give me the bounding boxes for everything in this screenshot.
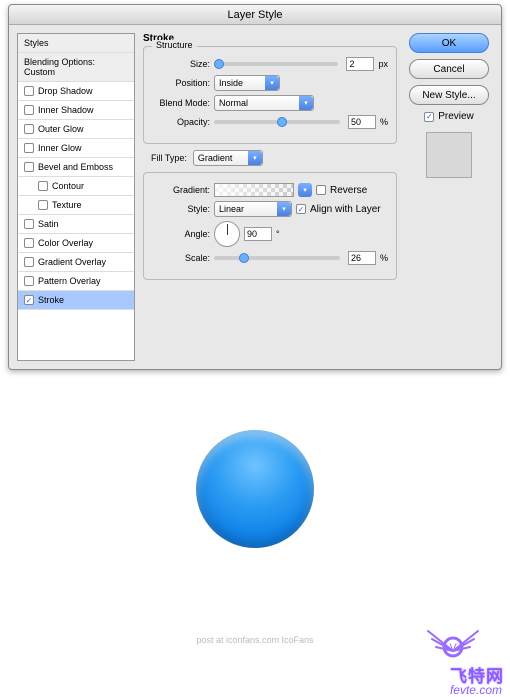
scale-slider[interactable]: [214, 256, 340, 260]
scale-label: Scale:: [152, 253, 210, 263]
cancel-button[interactable]: Cancel: [409, 59, 489, 79]
chevron-down-icon: ▾: [248, 151, 262, 165]
sidebar-item-color-overlay[interactable]: Color Overlay: [18, 234, 134, 253]
structure-legend: Structure: [152, 40, 197, 50]
dialog-content: Styles Blending Options: Custom Drop Sha…: [9, 25, 501, 369]
size-unit: px: [378, 59, 388, 69]
checkbox-icon[interactable]: [38, 200, 48, 210]
sidebar-item-label: Pattern Overlay: [38, 276, 101, 286]
align-checkbox[interactable]: ✓: [296, 204, 306, 214]
logo-wings-icon: V: [418, 621, 488, 661]
checkbox-icon[interactable]: [24, 162, 34, 172]
sidebar-item-label: Stroke: [38, 295, 64, 305]
preview-swatch: [426, 132, 472, 178]
align-label: Align with Layer: [310, 204, 381, 215]
checkbox-icon[interactable]: [24, 219, 34, 229]
fill-group: Gradient: ▾ Reverse Style: Linear▾ ✓ Ali…: [143, 172, 397, 280]
checkbox-icon[interactable]: [24, 143, 34, 153]
svg-text:V: V: [449, 642, 457, 654]
checkbox-icon[interactable]: [24, 124, 34, 134]
sidebar-styles-header[interactable]: Styles: [18, 34, 134, 53]
sidebar-item-label: Outer Glow: [38, 124, 84, 134]
position-dropdown[interactable]: Inside▾: [214, 75, 280, 91]
sidebar-item-label: Contour: [52, 181, 84, 191]
chevron-down-icon[interactable]: ▾: [298, 183, 312, 197]
opacity-input[interactable]: 50: [348, 115, 376, 129]
sidebar-item-inner-glow[interactable]: Inner Glow: [18, 139, 134, 158]
sidebar-item-label: Inner Glow: [38, 143, 82, 153]
angle-dial[interactable]: [214, 221, 240, 247]
checkbox-icon[interactable]: [24, 257, 34, 267]
size-label: Size:: [152, 59, 210, 69]
sidebar-item-contour[interactable]: Contour: [18, 177, 134, 196]
gradient-swatch[interactable]: [214, 183, 294, 197]
checkbox-icon[interactable]: ✓: [24, 295, 34, 305]
chevron-down-icon: ▾: [277, 202, 291, 216]
sidebar-item-gradient-overlay[interactable]: Gradient Overlay: [18, 253, 134, 272]
sidebar-item-bevel-emboss[interactable]: Bevel and Emboss: [18, 158, 134, 177]
gradient-label: Gradient:: [152, 185, 210, 195]
preview-label: Preview: [438, 111, 474, 122]
position-label: Position:: [152, 78, 210, 88]
checkbox-icon[interactable]: [24, 238, 34, 248]
style-dropdown[interactable]: Linear▾: [214, 201, 292, 217]
checkbox-icon[interactable]: [38, 181, 48, 191]
sidebar-item-label: Drop Shadow: [38, 86, 93, 96]
reverse-checkbox[interactable]: [316, 185, 326, 195]
angle-unit: °: [276, 229, 280, 239]
style-label: Style:: [152, 204, 210, 214]
styles-sidebar: Styles Blending Options: Custom Drop Sha…: [17, 33, 135, 361]
fill-type-label: Fill Type:: [151, 153, 187, 163]
preview-toggle[interactable]: ✓ Preview: [424, 111, 474, 122]
opacity-label: Opacity:: [152, 117, 210, 127]
opacity-unit: %: [380, 117, 388, 127]
button-pane: OK Cancel New Style... ✓ Preview: [405, 33, 493, 361]
blend-mode-dropdown[interactable]: Normal▾: [214, 95, 314, 111]
ok-button[interactable]: OK: [409, 33, 489, 53]
stroke-panel: Stroke Structure Size: 2 px Position: In…: [143, 33, 397, 361]
sidebar-item-label: Inner Shadow: [38, 105, 94, 115]
sidebar-item-label: Satin: [38, 219, 59, 229]
opacity-slider[interactable]: [214, 120, 340, 124]
sidebar-item-drop-shadow[interactable]: Drop Shadow: [18, 82, 134, 101]
size-slider[interactable]: [214, 62, 338, 66]
sidebar-item-inner-shadow[interactable]: Inner Shadow: [18, 101, 134, 120]
checkbox-icon[interactable]: [24, 105, 34, 115]
scale-unit: %: [380, 253, 388, 263]
sidebar-item-stroke[interactable]: ✓ Stroke: [18, 291, 134, 310]
scale-input[interactable]: 26: [348, 251, 376, 265]
result-orb-graphic: [196, 430, 314, 548]
sidebar-blending-options[interactable]: Blending Options: Custom: [18, 53, 134, 82]
reverse-label: Reverse: [330, 185, 367, 196]
structure-group: Structure Size: 2 px Position: Inside▾ B…: [143, 46, 397, 144]
sidebar-item-label: Color Overlay: [38, 238, 93, 248]
fill-type-dropdown[interactable]: Gradient▾: [193, 150, 263, 166]
size-input[interactable]: 2: [346, 57, 374, 71]
chevron-down-icon: ▾: [265, 76, 279, 90]
sidebar-item-label: Texture: [52, 200, 82, 210]
blend-mode-label: Blend Mode:: [152, 98, 210, 108]
sidebar-item-outer-glow[interactable]: Outer Glow: [18, 120, 134, 139]
sidebar-item-label: Gradient Overlay: [38, 257, 106, 267]
sidebar-item-label: Bevel and Emboss: [38, 162, 113, 172]
sidebar-item-satin[interactable]: Satin: [18, 215, 134, 234]
angle-label: Angle:: [152, 229, 210, 239]
new-style-button[interactable]: New Style...: [409, 85, 489, 105]
chevron-down-icon: ▾: [299, 96, 313, 110]
window-title: Layer Style: [9, 5, 501, 25]
sidebar-item-texture[interactable]: Texture: [18, 196, 134, 215]
angle-input[interactable]: 90: [244, 227, 272, 241]
sidebar-item-pattern-overlay[interactable]: Pattern Overlay: [18, 272, 134, 291]
preview-checkbox[interactable]: ✓: [424, 112, 434, 122]
checkbox-icon[interactable]: [24, 86, 34, 96]
layer-style-dialog: Layer Style Styles Blending Options: Cus…: [8, 4, 502, 370]
checkbox-icon[interactable]: [24, 276, 34, 286]
